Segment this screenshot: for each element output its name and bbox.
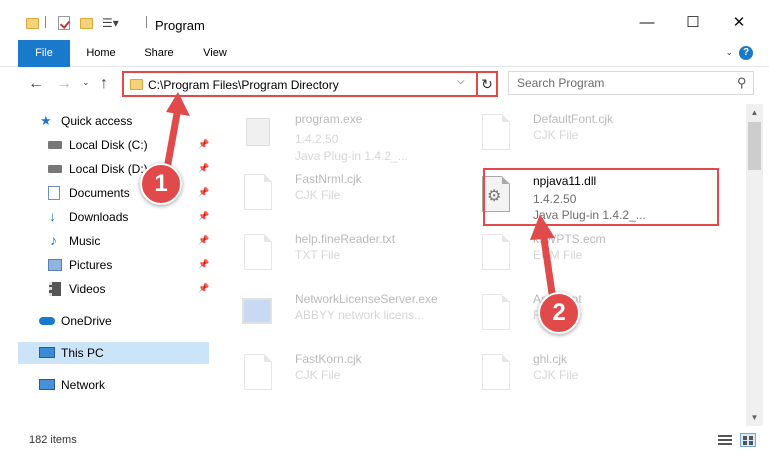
callout-2-arrowhead	[530, 214, 555, 240]
callout-1: 1	[140, 163, 182, 205]
callout-2: 2	[538, 292, 580, 334]
callout-2-arrow	[539, 228, 557, 304]
callout-1-arrowhead	[166, 92, 190, 116]
callout-arrows	[161, 92, 557, 304]
